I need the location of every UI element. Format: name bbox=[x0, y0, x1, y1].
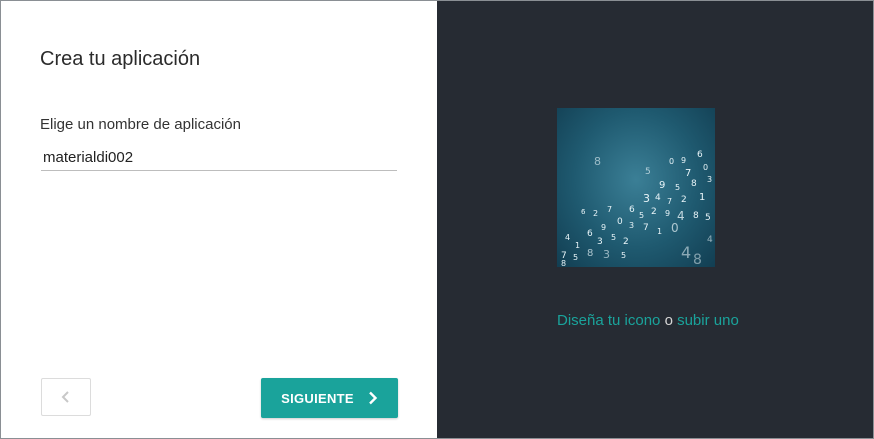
svg-text:2: 2 bbox=[681, 195, 687, 205]
svg-text:3: 3 bbox=[707, 175, 712, 184]
svg-text:6: 6 bbox=[629, 205, 635, 215]
svg-text:9: 9 bbox=[665, 209, 670, 218]
chevron-right-icon bbox=[369, 391, 378, 405]
svg-text:5: 5 bbox=[645, 167, 651, 177]
svg-text:2: 2 bbox=[651, 207, 657, 217]
svg-text:4: 4 bbox=[681, 243, 691, 262]
svg-text:7: 7 bbox=[685, 168, 691, 179]
svg-text:7: 7 bbox=[643, 223, 649, 233]
svg-text:6: 6 bbox=[697, 150, 703, 160]
svg-text:0: 0 bbox=[703, 163, 708, 172]
svg-text:8: 8 bbox=[691, 179, 697, 189]
svg-text:5: 5 bbox=[573, 253, 578, 262]
app-name-label: Elige un nombre de aplicación bbox=[40, 116, 241, 133]
upload-icon-link[interactable]: subir uno bbox=[677, 312, 739, 329]
svg-text:8: 8 bbox=[587, 248, 593, 259]
svg-text:7: 7 bbox=[607, 205, 612, 214]
svg-text:0: 0 bbox=[617, 217, 623, 227]
svg-text:3: 3 bbox=[597, 237, 603, 247]
svg-text:2: 2 bbox=[593, 209, 598, 218]
svg-text:9: 9 bbox=[601, 223, 606, 232]
svg-text:1: 1 bbox=[699, 192, 705, 203]
app-icon-preview[interactable]: 8 5 0 9 6 7 0 9 5 8 3 3 4 7 2 1 6 5 2 9 … bbox=[557, 108, 715, 267]
svg-text:0: 0 bbox=[669, 157, 674, 166]
svg-text:5: 5 bbox=[675, 183, 680, 192]
svg-text:9: 9 bbox=[659, 180, 665, 191]
back-button[interactable] bbox=[41, 378, 91, 416]
icon-options: Diseña tu icono o subir uno bbox=[557, 312, 739, 329]
svg-text:9: 9 bbox=[681, 156, 686, 165]
svg-text:7: 7 bbox=[667, 197, 672, 206]
icon-panel: 8 5 0 9 6 7 0 9 5 8 3 3 4 7 2 1 6 5 2 9 … bbox=[437, 1, 873, 438]
chevron-left-icon bbox=[61, 391, 69, 403]
svg-text:5: 5 bbox=[621, 251, 626, 260]
svg-text:2: 2 bbox=[623, 237, 629, 247]
numbers-artwork-image: 8 5 0 9 6 7 0 9 5 8 3 3 4 7 2 1 6 5 2 9 … bbox=[561, 150, 713, 267]
icon-options-separator: o bbox=[664, 312, 673, 329]
svg-text:1: 1 bbox=[657, 227, 662, 236]
svg-text:3: 3 bbox=[629, 221, 634, 230]
svg-text:4: 4 bbox=[565, 233, 570, 242]
svg-text:0: 0 bbox=[671, 221, 679, 235]
svg-text:4: 4 bbox=[707, 235, 713, 245]
svg-text:6: 6 bbox=[587, 229, 593, 239]
svg-text:4: 4 bbox=[655, 193, 661, 203]
svg-text:5: 5 bbox=[705, 213, 711, 223]
svg-text:3: 3 bbox=[643, 192, 650, 205]
dialog-title: Crea tu aplicación bbox=[40, 48, 201, 70]
svg-text:1: 1 bbox=[575, 241, 580, 250]
svg-text:8: 8 bbox=[693, 211, 699, 221]
app-name-panel: Crea tu aplicación Elige un nombre de ap… bbox=[1, 1, 437, 438]
svg-text:8: 8 bbox=[693, 252, 702, 267]
next-button[interactable]: SIGUIENTE bbox=[261, 378, 398, 418]
svg-text:5: 5 bbox=[639, 211, 644, 220]
design-icon-link[interactable]: Diseña tu icono bbox=[557, 312, 660, 329]
next-button-label: SIGUIENTE bbox=[281, 390, 354, 406]
svg-text:8: 8 bbox=[561, 259, 566, 267]
svg-text:8: 8 bbox=[594, 155, 601, 168]
app-name-input[interactable] bbox=[41, 145, 397, 171]
svg-text:5: 5 bbox=[611, 233, 616, 242]
svg-text:6: 6 bbox=[581, 208, 586, 216]
create-app-dialog: Crea tu aplicación Elige un nombre de ap… bbox=[0, 0, 874, 439]
svg-text:3: 3 bbox=[603, 248, 610, 261]
